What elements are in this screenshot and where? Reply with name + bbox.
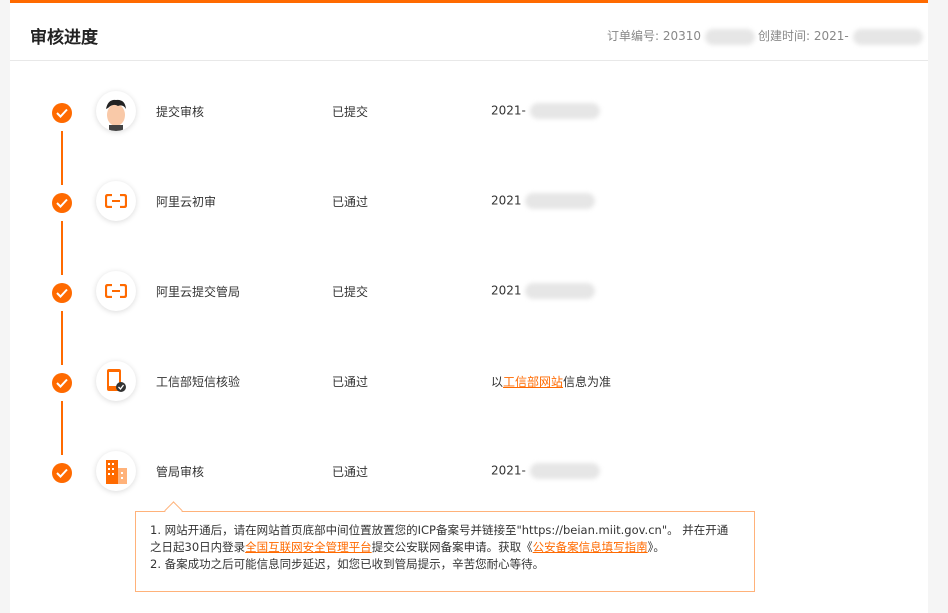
building-icon: [96, 451, 136, 491]
check-icon: [52, 103, 72, 123]
step-name: 管局审核: [156, 465, 205, 479]
step-time-prefix: 以: [491, 375, 504, 389]
redacted-created-time: [852, 28, 923, 45]
order-number: 订单编号: 20310: [607, 27, 755, 45]
redacted-time: [525, 283, 596, 299]
step-status: 已通过: [332, 195, 369, 209]
notice-line-2: 之日起30日内登录全国互联网安全管理平台提交公安联网备案申请。获取《公安备案信息…: [150, 540, 665, 554]
notice-box: 1. 网站开通后，请在网站首页底部中间位置放置您的ICP备案号并链接至"http…: [135, 511, 755, 592]
step-time: 2021: [491, 193, 596, 209]
redacted-time: [529, 463, 600, 479]
step-time: 以工信部网站信息为准: [491, 373, 611, 390]
timeline-connector: [61, 401, 63, 455]
created-time: 创建时间: 2021-: [758, 27, 923, 45]
step-name: 阿里云提交管局: [156, 285, 241, 299]
timeline-connector: [61, 221, 63, 275]
step-status: 已通过: [332, 465, 369, 479]
person-avatar-icon: [96, 91, 136, 131]
notice-line-1: 1. 网站开通后，请在网站首页底部中间位置放置您的ICP备案号并链接至"http…: [150, 523, 729, 537]
timeline-connector: [61, 311, 63, 365]
check-icon: [52, 373, 72, 393]
aliyun-logo-icon: [96, 181, 136, 221]
national-security-platform-link[interactable]: 全国互联网安全管理平台: [245, 540, 372, 554]
step-time-text: 2021-: [491, 103, 526, 118]
step-time-text: 2021: [491, 193, 522, 208]
aliyun-logo-icon: [96, 271, 136, 311]
card-header: 审核进度 订单编号: 20310 创建时间: 2021-: [10, 6, 928, 61]
step-status: 已通过: [332, 375, 369, 389]
step-time-text: 2021: [491, 283, 522, 298]
step-status: 已提交: [332, 105, 369, 119]
police-filing-guide-link[interactable]: 公安备案信息填写指南: [533, 540, 648, 554]
progress-card: 审核进度 订单编号: 20310 创建时间: 2021- 提交审核 已提交 20…: [10, 0, 928, 613]
step-time: 2021-: [491, 463, 600, 479]
phone-verify-icon: [96, 361, 136, 401]
step-name: 提交审核: [156, 105, 205, 119]
miit-website-link[interactable]: 工信部网站: [503, 375, 563, 389]
redacted-time: [525, 193, 596, 209]
step-status: 已提交: [332, 285, 369, 299]
step-time: 2021: [491, 283, 596, 299]
step-name: 阿里云初审: [156, 195, 217, 209]
page-title: 审核进度: [30, 28, 98, 48]
check-icon: [52, 193, 72, 213]
step-time: 2021-: [491, 103, 600, 119]
step-time-suffix: 信息为准: [563, 375, 612, 389]
step-time-text: 2021-: [491, 463, 526, 478]
notice-line-3: 2. 备案成功之后可能信息同步延迟，如您已收到管局提示，辛苦您耐心等待。: [150, 557, 545, 571]
created-time-label: 创建时间: 2021-: [758, 29, 849, 43]
order-number-label: 订单编号: 20310: [607, 29, 702, 43]
redacted-time: [529, 103, 600, 119]
step-name: 工信部短信核验: [156, 375, 241, 389]
timeline-connector: [61, 131, 63, 185]
check-icon: [52, 463, 72, 483]
redacted-order-number: [704, 28, 755, 45]
check-icon: [52, 283, 72, 303]
